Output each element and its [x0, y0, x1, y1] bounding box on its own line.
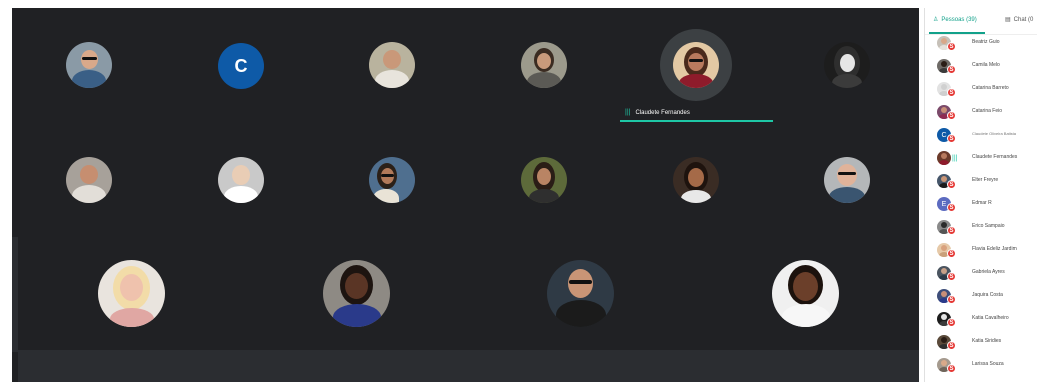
participant-avatar-letter[interactable]: C — [218, 43, 264, 89]
participant-name: Claudete Oliveira Batista — [972, 131, 1017, 136]
avatar-letter: C — [234, 55, 248, 76]
participant-video-tile[interactable] — [547, 260, 614, 327]
participant-name: Edmar R — [972, 200, 992, 206]
avatar-letter: E — [941, 200, 947, 208]
participant-name: Catarina Feio — [972, 108, 1003, 114]
people-panel: ♙ Pessoas (39) ▤ Chat (0 S Beatriz Guio … — [924, 8, 1037, 382]
participant-video-tile[interactable] — [521, 42, 567, 88]
participant-name: Catarina Barreto — [972, 85, 1009, 91]
user-badge: S — [947, 318, 956, 327]
participant-video-tile[interactable] — [824, 42, 870, 88]
tab-chat[interactable]: ▤ Chat (0 — [1005, 16, 1034, 24]
user-badge: S — [947, 249, 956, 258]
list-item[interactable]: S Elter Freyre — [925, 172, 1037, 190]
participant-video-tile[interactable] — [323, 260, 390, 327]
participant-name: Erico Sampaio — [972, 223, 1005, 229]
panel-tabs: ♙ Pessoas (39) ▤ Chat (0 — [925, 8, 1037, 35]
participant-video-tile[interactable] — [521, 157, 567, 203]
list-item[interactable]: S Katia Cavalheiro — [925, 310, 1037, 328]
list-item[interactable]: E S Edmar R — [925, 195, 1037, 213]
active-speaker-video-tile[interactable] — [673, 42, 719, 88]
user-badge: S — [947, 88, 956, 97]
participant-name: Katia Siridies — [972, 338, 1002, 344]
user-badge: S — [947, 180, 956, 189]
user-badge: S — [947, 203, 956, 212]
list-item[interactable]: S Camila Melo — [925, 57, 1037, 75]
participant-video-tile[interactable] — [218, 157, 264, 203]
participant-name: Katia Cavalheiro — [972, 315, 1009, 321]
participant-name: Flavia Edeliz Jardim — [972, 246, 1017, 252]
speaking-icon: ||| — [952, 155, 958, 162]
user-badge: S — [947, 364, 956, 373]
participant-video-tile[interactable] — [824, 157, 870, 203]
active-speaker-name: Claudete Fernandes — [635, 109, 690, 116]
list-item[interactable]: S Katia Siridies — [925, 333, 1037, 351]
list-item[interactable]: S Catarina Barreto — [925, 80, 1037, 98]
grid-divider — [12, 237, 18, 352]
tab-chat-label: Chat (0 — [1013, 16, 1034, 23]
user-badge: S — [947, 295, 956, 304]
user-badge: S — [947, 226, 956, 235]
participant-name: Camila Melo — [972, 62, 1000, 68]
audio-level-icon: ||| — [625, 109, 631, 116]
participant-video-tile[interactable] — [673, 157, 719, 203]
user-badge: S — [947, 65, 956, 74]
list-item[interactable]: ||| Claudete Fernandes — [925, 149, 1037, 167]
avatar — [937, 151, 951, 165]
list-item[interactable]: S Erico Sampaio — [925, 218, 1037, 236]
participant-name: Jaquira Costa — [972, 292, 1003, 298]
list-item[interactable]: S Beatriz Guio — [925, 34, 1037, 52]
tab-people[interactable]: ♙ Pessoas (39) — [933, 16, 977, 24]
bottom-toolbar-area — [18, 350, 919, 382]
participant-name: Elter Freyre — [972, 177, 999, 183]
avatar-letter: C — [941, 131, 947, 139]
participant-video-tile[interactable] — [66, 157, 112, 203]
people-icon: ♙ — [933, 17, 939, 23]
active-speaker-label: ||| Claudete Fernandes — [625, 109, 690, 116]
tab-people-label: Pessoas (39) — [941, 16, 977, 23]
user-badge: S — [947, 341, 956, 350]
participant-name: Gabriela Ayres — [972, 269, 1005, 275]
chat-icon: ▤ — [1005, 17, 1011, 23]
list-item[interactable]: S Flavia Edeliz Jardim — [925, 241, 1037, 259]
user-badge: S — [947, 134, 956, 143]
participant-video-tile[interactable] — [66, 42, 112, 88]
participant-name: Larissa Souza — [972, 361, 1004, 367]
user-badge: S — [947, 111, 956, 120]
participant-video-tile[interactable] — [369, 157, 415, 203]
list-item[interactable]: C S Claudete Oliveira Batista — [925, 126, 1037, 144]
participant-video-tile[interactable] — [369, 42, 415, 88]
active-speaker-underline — [620, 120, 773, 122]
participant-name: Claudete Fernandes — [972, 154, 1018, 160]
user-badge: S — [947, 272, 956, 281]
participant-name: Beatriz Guio — [972, 39, 1000, 45]
list-item[interactable]: S Larissa Souza — [925, 356, 1037, 374]
participant-video-tile[interactable] — [772, 260, 839, 327]
list-item[interactable]: S Gabriela Ayres — [925, 264, 1037, 282]
list-item[interactable]: S Jaquira Costa — [925, 287, 1037, 305]
participant-video-tile[interactable] — [98, 260, 165, 327]
user-badge: S — [947, 42, 956, 51]
list-item[interactable]: S Catarina Feio — [925, 103, 1037, 121]
